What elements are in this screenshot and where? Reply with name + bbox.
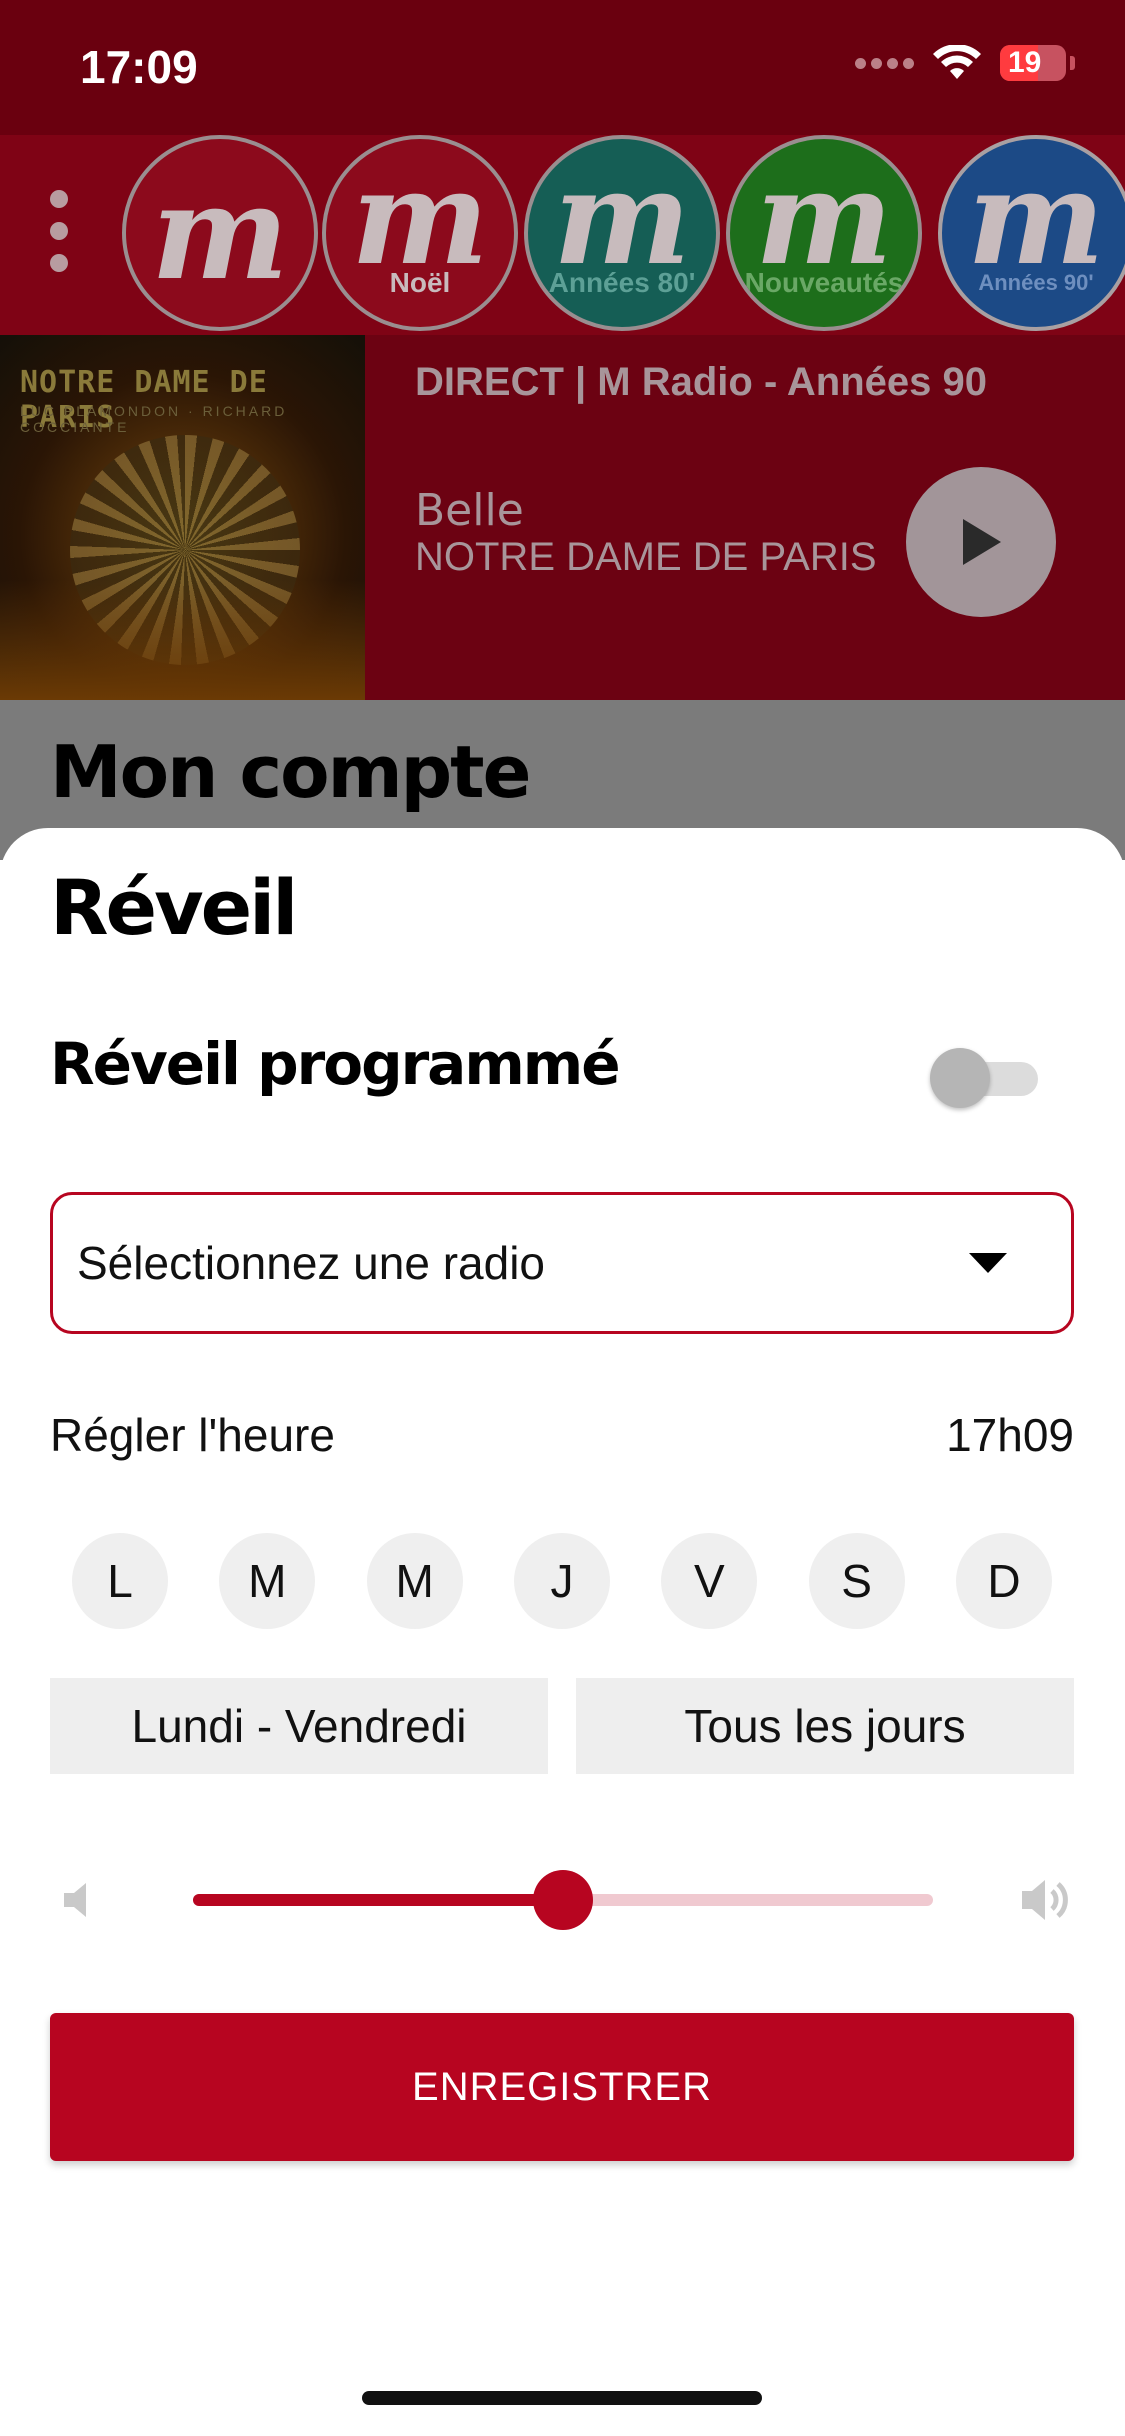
cellular-signal-icon [855, 57, 914, 69]
cover-subtitle: LUC PLAMONDON · RICHARD COCCIANTE [20, 403, 288, 435]
time-setting-row[interactable]: Régler l'heure 17h09 [50, 1408, 1074, 1462]
preset-weekdays-button[interactable]: Lundi - Vendredi [50, 1678, 548, 1774]
day-wednesday[interactable]: M [366, 1533, 463, 1629]
speaker-high-icon [1022, 1880, 1068, 1920]
station-m-radio-annees-80[interactable]: m Années 80' [524, 135, 720, 331]
volume-slider[interactable] [193, 1870, 933, 1930]
scheduled-alarm-toggle[interactable] [930, 1048, 1038, 1108]
station-logo: m [151, 156, 289, 309]
weekday-selector: L M M J V S D [72, 1533, 1052, 1629]
station-logo: m [967, 141, 1105, 294]
station-m-radio-nouveautes[interactable]: m Nouveautés [726, 135, 922, 331]
day-presets: Lundi - Vendredi Tous les jours [50, 1678, 1074, 1774]
app-background: 17:09 19 m m Noël m Années 80' m Nouveau… [0, 0, 1125, 860]
play-icon [963, 519, 1001, 565]
sheet-title: Réveil [50, 863, 298, 952]
status-time: 17:09 [80, 41, 198, 93]
volume-slider-fill [193, 1894, 563, 1906]
station-sub-label: Noël [389, 267, 451, 298]
live-station-label: DIRECT | M Radio - Années 90 [415, 360, 988, 404]
more-vertical-icon[interactable] [48, 190, 70, 272]
home-indicator [362, 2391, 762, 2405]
radio-select-placeholder: Sélectionnez une radio [77, 1237, 545, 1289]
day-sunday[interactable]: D [955, 1533, 1052, 1629]
toggle-thumb [930, 1048, 990, 1108]
scheduled-alarm-label: Réveil programmé [50, 1030, 621, 1098]
album-cover: NOTRE DAME DE PARIS LUC PLAMONDON · RICH… [0, 335, 365, 700]
station-sub-label: Années 80' [548, 267, 696, 298]
battery-icon: 19 [1000, 45, 1066, 81]
time-label: Régler l'heure [50, 1409, 335, 1461]
station-logo: m [351, 141, 489, 294]
station-m-radio-annees-90[interactable]: m Années 90' [938, 135, 1125, 331]
station-m-radio-noel[interactable]: m Noël [322, 135, 518, 331]
volume-control [50, 1860, 1074, 1940]
account-title: Mon compte [50, 730, 531, 814]
station-sub-label: Nouveautés [744, 267, 904, 298]
status-indicators: 19 [855, 45, 1075, 81]
day-thursday[interactable]: J [513, 1533, 610, 1629]
alarm-bottom-sheet: Réveil Réveil programmé Sélectionnez une… [0, 828, 1125, 2436]
station-logo: m [755, 141, 893, 294]
song-title: Belle [415, 485, 524, 536]
station-m-radio[interactable]: m [122, 135, 318, 331]
time-value[interactable]: 17h09 [946, 1408, 1074, 1462]
day-saturday[interactable]: S [808, 1533, 905, 1629]
play-button[interactable] [906, 467, 1056, 617]
day-monday[interactable]: L [72, 1533, 168, 1629]
day-friday[interactable]: V [661, 1533, 758, 1629]
volume-slider-thumb[interactable] [533, 1870, 593, 1930]
radio-select-dropdown[interactable]: Sélectionnez une radio [50, 1192, 1074, 1334]
station-logo: m [553, 141, 691, 294]
song-artist: NOTRE DAME DE PARIS [415, 535, 877, 579]
station-sub-label: Années 90' [978, 270, 1094, 295]
battery-level: 19 [1008, 46, 1042, 79]
day-tuesday[interactable]: M [219, 1533, 316, 1629]
status-bar: 17:09 19 [0, 0, 1125, 135]
caret-down-icon [969, 1253, 1007, 1273]
now-playing-panel: NOTRE DAME DE PARIS LUC PLAMONDON · RICH… [0, 335, 1125, 700]
preset-every-day-button[interactable]: Tous les jours [576, 1678, 1074, 1774]
station-carousel: m m Noël m Années 80' m Nouveautés m Ann… [0, 135, 1125, 335]
save-button[interactable]: ENREGISTRER [50, 2013, 1074, 2161]
speaker-low-icon [64, 1883, 86, 1917]
wifi-icon [933, 45, 981, 79]
